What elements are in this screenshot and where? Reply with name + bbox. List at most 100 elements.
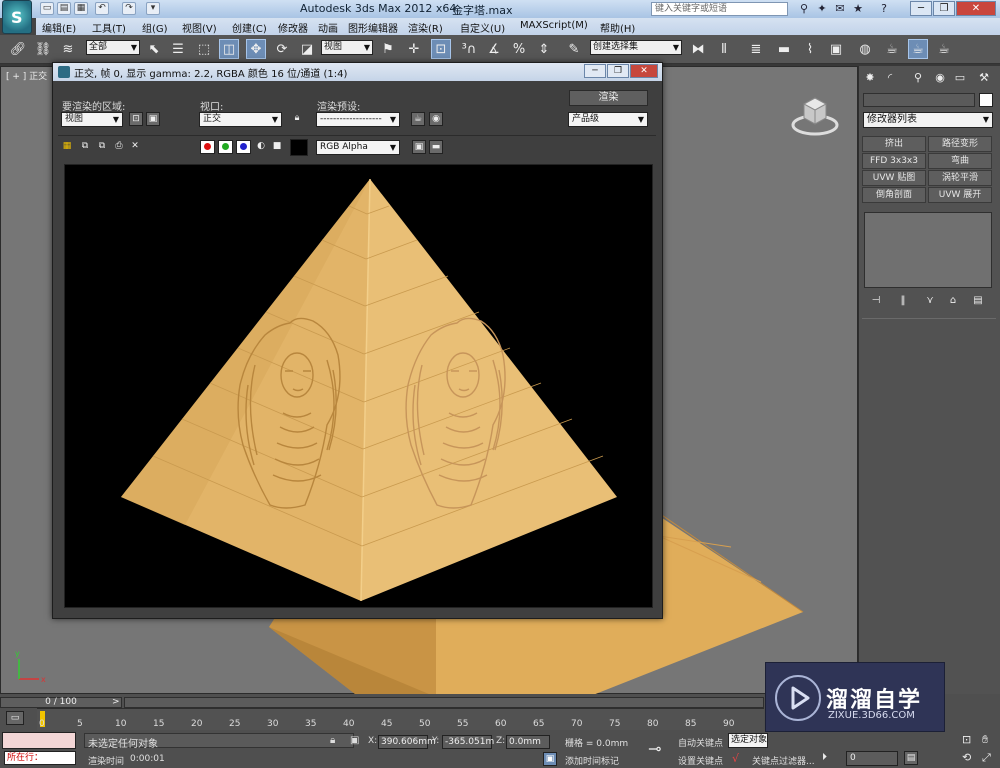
save-file-icon[interactable]: ▦ (74, 2, 88, 15)
pivot-center-icon[interactable]: ⚑ (378, 39, 398, 59)
key-filter-icon[interactable]: √ (732, 752, 739, 765)
render-preset-dropdown[interactable]: ------------------- ▼ (316, 112, 400, 127)
graphite-ribbon-icon[interactable]: ▬ (774, 39, 794, 59)
snap-toggle-icon[interactable]: ³∩ (459, 39, 479, 59)
display-tab-icon[interactable]: ▭ (952, 70, 968, 86)
y-coordinate-field[interactable]: -365.051m (442, 735, 494, 749)
manipulate-icon[interactable]: ✛ (404, 39, 424, 59)
curve-editor-icon[interactable]: ⌇ (800, 39, 820, 59)
unlink-icon[interactable]: ⛓︎ (33, 39, 53, 59)
search-input[interactable]: 键入关键字或短语 (651, 2, 788, 16)
viewport-label[interactable]: [ + ] 正交 (6, 69, 47, 82)
help-icon[interactable]: ? (877, 2, 891, 16)
render-production-icon[interactable]: ☕︎ (934, 39, 954, 59)
orbit-icon[interactable]: ⟲ (962, 751, 971, 764)
keyboard-shortcut-icon[interactable]: ⊡ (431, 39, 451, 59)
app-logo-icon[interactable]: S (2, 0, 32, 34)
angle-snap-icon[interactable]: ∡ (484, 39, 504, 59)
selection-lock-icon[interactable]: 🔒︎ (330, 735, 335, 746)
monochrome-icon[interactable]: ■ (270, 140, 284, 154)
undo-icon[interactable]: ↶ (95, 2, 109, 15)
viewcube-icon[interactable] (790, 92, 840, 137)
edit-region-icon[interactable]: ⊡ (129, 112, 143, 126)
modifier-uvw-map-button[interactable]: UVW 贴图 (862, 170, 926, 186)
menu-tools[interactable]: 工具(T) (92, 20, 126, 35)
menu-create[interactable]: 创建(C) (232, 20, 267, 35)
key-filters-button[interactable]: 关键点过滤器... (752, 754, 815, 767)
utilities-tab-icon[interactable]: ⚒ (976, 70, 992, 86)
play-animation-icon[interactable]: ⏵ (822, 752, 827, 763)
mirror-icon[interactable]: ⧓ (688, 39, 708, 59)
key-mode-dropdown[interactable]: 选定对象 (728, 733, 768, 748)
alpha-channel-icon[interactable]: ◐ (254, 140, 268, 154)
menu-modifiers[interactable]: 修改器 (278, 20, 308, 35)
save-image-icon[interactable]: ▦ (60, 140, 74, 154)
percent-snap-icon[interactable]: % (509, 39, 529, 59)
rendered-frame-window-icon[interactable]: ☕︎ (908, 39, 928, 59)
auto-region-icon[interactable]: ▣ (146, 112, 160, 126)
menu-graph-editors[interactable]: 图形编辑器 (348, 20, 398, 35)
scale-icon[interactable]: ◪ (297, 39, 317, 59)
mini-curve-editor-icon[interactable]: ▭ (6, 711, 24, 725)
show-end-result-icon[interactable]: ‖ (895, 293, 911, 309)
current-frame-field[interactable]: 0 (846, 751, 898, 766)
area-to-render-dropdown[interactable]: 视图 ▼ (61, 112, 123, 127)
redo-icon[interactable]: ↷ (122, 2, 136, 15)
clear-image-icon[interactable]: ✕ (128, 140, 142, 154)
binoculars-icon[interactable]: ⚲ (797, 2, 811, 16)
named-selection-dropdown[interactable]: 创建选择集 ▼ (590, 40, 682, 55)
modifier-extrude-button[interactable]: 挤出 (862, 136, 926, 152)
motion-tab-icon[interactable]: ◉ (932, 70, 948, 86)
clone-window-icon[interactable]: ⧉ (95, 140, 109, 154)
menu-customize[interactable]: 自定义(U) (460, 20, 505, 35)
favorites-icon[interactable]: ★ (851, 2, 865, 16)
rect-selection-icon[interactable]: ⬚ (194, 39, 214, 59)
blue-channel-icon[interactable] (236, 140, 251, 154)
modifier-unwrap-uvw-button[interactable]: UVW 展开 (928, 187, 992, 203)
make-unique-icon[interactable]: ⋎ (922, 293, 938, 309)
add-time-tag-label[interactable]: 添加时间标记 (565, 754, 619, 767)
link-icon[interactable]: 🔗︎ (8, 39, 28, 59)
time-config-icon[interactable]: ▤ (904, 751, 918, 765)
object-color-swatch[interactable] (979, 93, 993, 107)
rotate-icon[interactable]: ⟳ (272, 39, 292, 59)
open-file-icon[interactable]: ▤ (57, 2, 71, 15)
menu-rendering[interactable]: 渲染(R) (408, 20, 443, 35)
render-window-maximize-button[interactable]: ❐ (607, 64, 629, 78)
absolute-mode-icon[interactable]: ▣ (350, 735, 359, 746)
remove-modifier-icon[interactable]: ⌂ (945, 293, 961, 309)
align-icon[interactable]: ⫴ (714, 39, 734, 59)
menu-group[interactable]: 组(G) (142, 20, 168, 35)
reference-coord-dropdown[interactable]: 视图 ▼ (321, 40, 373, 55)
menu-animation[interactable]: 动画 (318, 20, 338, 35)
auto-key-label[interactable]: 自动关键点 (678, 736, 723, 749)
hierarchy-tab-icon[interactable]: ⚲ (910, 70, 926, 86)
time-slider[interactable]: 0 / 100 (0, 697, 122, 708)
maximize-viewport-icon[interactable]: ⤢ (982, 751, 991, 765)
layer-manager-icon[interactable]: ≣ (746, 39, 766, 59)
bind-spacewarp-icon[interactable]: ≋ (58, 39, 78, 59)
x-coordinate-field[interactable]: 390.606mm (378, 735, 436, 749)
schematic-view-icon[interactable]: ▣ (826, 39, 846, 59)
time-tag-icon[interactable]: ▣ (543, 752, 557, 766)
new-file-icon[interactable]: ▭ (40, 2, 54, 15)
create-tab-icon[interactable]: ✸ (862, 70, 878, 86)
red-channel-icon[interactable] (200, 140, 215, 154)
toggle-ui-overlay-icon[interactable]: ▣ (412, 140, 426, 154)
quick-access-dropdown-icon[interactable]: ▾ (146, 2, 160, 15)
menu-maxscript[interactable]: MAXScript(M) (520, 20, 588, 31)
configure-sets-icon[interactable]: ▤ (970, 293, 986, 309)
display-channel-dropdown[interactable]: RGB Alpha ▼ (316, 140, 400, 155)
set-key-label[interactable]: 设置关键点 (678, 754, 723, 767)
lock-icon[interactable]: 🔒︎ (290, 112, 304, 126)
z-coordinate-field[interactable]: 0.0mm (506, 735, 550, 749)
modifier-stack[interactable] (864, 212, 992, 288)
select-object-icon[interactable]: ⬉ (144, 39, 164, 59)
environment-effects-icon[interactable]: ◉ (429, 112, 443, 126)
next-frame-icon[interactable]: > (112, 697, 120, 707)
modify-tab-icon[interactable]: ◜ (882, 70, 898, 86)
modifier-list-dropdown[interactable]: 修改器列表 ▼ (863, 112, 993, 128)
color-swatch[interactable] (290, 139, 308, 156)
print-image-icon[interactable]: ⎙ (112, 140, 126, 154)
green-channel-icon[interactable] (218, 140, 233, 154)
